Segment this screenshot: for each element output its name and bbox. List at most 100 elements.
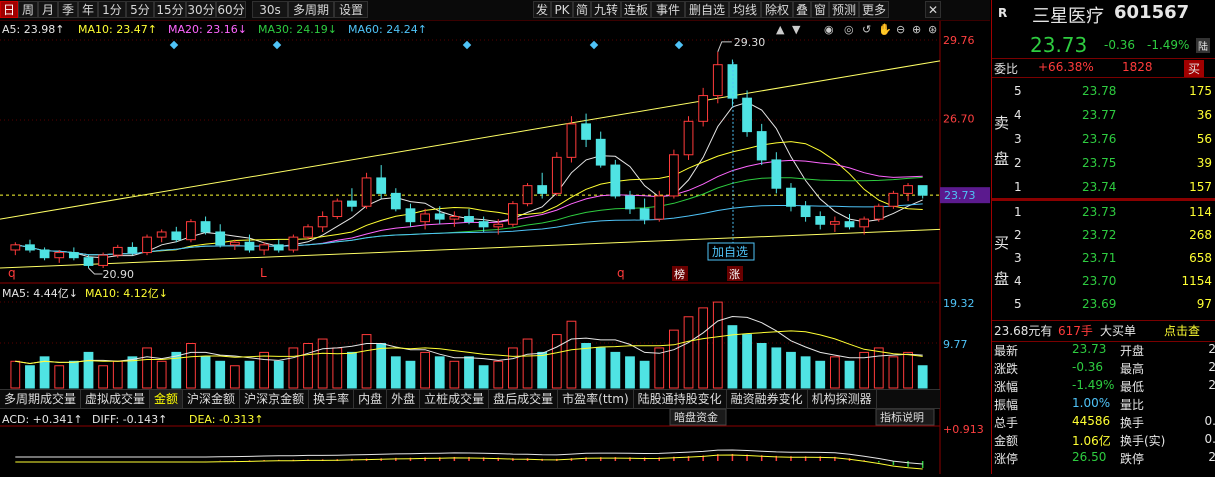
zoom-out-icon[interactable]: ⊖ <box>896 23 905 36</box>
indicator-tab-11[interactable]: 陆股通持股变化 <box>634 390 727 408</box>
buy-row-level: 2 <box>1014 228 1022 242</box>
candle-body <box>83 257 94 266</box>
indicator-help-btn[interactable]: 指标说明 <box>880 410 924 424</box>
chevron-down-icon[interactable]: ▼ <box>792 23 801 36</box>
buy-row-vol: 97 <box>1196 297 1212 311</box>
marker-0: q <box>8 266 16 280</box>
period-btn-2[interactable]: 月 <box>38 1 58 18</box>
toolbar-btn-1[interactable]: PK <box>551 1 573 18</box>
toolbar-btn-8[interactable]: 除权 <box>761 1 793 18</box>
indicator-tab-12[interactable]: 融资融券变化 <box>727 390 808 408</box>
period-btn-8[interactable]: 30分 <box>186 1 216 18</box>
toolbar-btn-4[interactable]: 连板 <box>621 1 651 18</box>
settings-icon[interactable]: ⊛ <box>928 23 937 36</box>
indicator-tab-1[interactable]: 虚拟成交量 <box>81 390 151 408</box>
event-diamond-icon <box>169 40 179 50</box>
toolbar-btn-12[interactable]: 更多 <box>859 1 889 18</box>
volume-bar <box>698 307 709 389</box>
quote-value-2: 0. <box>1204 432 1215 446</box>
volume-bar <box>478 365 489 389</box>
indicator-tab-2[interactable]: 金额 <box>150 390 184 408</box>
trend-line-lower <box>0 228 941 269</box>
period-btn-10[interactable]: 30s <box>252 1 288 18</box>
volume-bar <box>786 351 796 389</box>
indicator-tab-13[interactable]: 机构探测器 <box>808 390 877 408</box>
candle-body <box>478 221 489 228</box>
candle-body <box>742 97 752 133</box>
toolbar-btn-9[interactable]: 叠 <box>793 1 811 18</box>
chevron-up-icon[interactable]: ▲ <box>776 23 785 36</box>
candle-body <box>68 252 79 259</box>
refresh-icon[interactable]: ↺ <box>862 23 871 36</box>
toolbar-btn-7[interactable]: 均线 <box>729 1 761 18</box>
period-btn-5[interactable]: 1分 <box>98 1 126 18</box>
volume-bar <box>449 360 460 389</box>
macd-legend-0: ACD: +0.341↑ <box>2 413 83 426</box>
stock-name: 三星医疗 <box>1032 6 1104 27</box>
candle-body <box>244 241 255 251</box>
event-diamond-icon <box>462 40 472 50</box>
indicator-tab-0[interactable]: 多周期成交量 <box>0 390 82 408</box>
weibi-tag: 买 <box>1184 60 1205 77</box>
zoom-in-icon[interactable]: ⊕ <box>912 23 921 36</box>
buy-row-level: 1 <box>1014 205 1022 219</box>
toolbar-btn-5[interactable]: 事件 <box>651 1 685 18</box>
candle-body <box>215 231 226 246</box>
quote-value: -1.49% <box>1072 378 1115 392</box>
divider <box>992 77 1215 78</box>
quote-label: 涨停 <box>994 452 1019 466</box>
toolbar-btn-3[interactable]: 九转 <box>591 1 621 18</box>
buy-row-price: 23.70 <box>1082 274 1117 288</box>
candle-body <box>376 177 387 194</box>
indicator-tab-3[interactable]: 沪深金额 <box>183 390 241 408</box>
indicator-tab-8[interactable]: 立桩成交量 <box>420 390 490 408</box>
buy-row-price: 23.72 <box>1082 228 1117 242</box>
candle-body <box>493 223 504 228</box>
period-btn-3[interactable]: 季 <box>58 1 78 18</box>
quote-label-2: 最高 <box>1120 362 1145 376</box>
hand-icon[interactable]: ✋ <box>878 23 892 36</box>
sell-row-price: 23.78 <box>1082 84 1117 98</box>
indicator-tab-7[interactable]: 外盘 <box>387 390 421 408</box>
toolbar-btn-0[interactable]: 发 <box>533 1 551 18</box>
indicator-tab-10[interactable]: 市盈率(ttm) <box>558 390 634 408</box>
toolbar-btn-6[interactable]: 删自选 <box>685 1 729 18</box>
volume-bar <box>303 342 313 389</box>
indicator-tab-6[interactable]: 内盘 <box>354 390 388 408</box>
eye-icon[interactable]: ◉ <box>824 23 834 36</box>
volume-bar <box>405 360 416 389</box>
axis-label-2: 19.32 <box>943 297 975 310</box>
period-btn-11[interactable]: 多周期 <box>288 1 334 18</box>
click-check[interactable]: 点击查 <box>1164 322 1200 339</box>
volume-bar <box>873 347 884 389</box>
period-btn-12[interactable]: 设置 <box>334 1 368 18</box>
candle-body <box>566 123 577 158</box>
indicator-tab-5[interactable]: 换手率 <box>309 390 355 408</box>
buy-row-vol: 114 <box>1189 205 1212 219</box>
volume-bar <box>200 356 211 389</box>
high-label: 29.30 <box>734 36 766 49</box>
toolbar-btn-10[interactable]: 窗 <box>811 1 829 18</box>
ma-legend-3: MA30: 24.19↓ <box>258 23 337 36</box>
toolbar-btn-11[interactable]: 预测 <box>829 1 859 18</box>
sell-row-vol: 175 <box>1189 84 1212 98</box>
volume-bar <box>434 356 445 389</box>
dark-pool-btn[interactable]: 暗盘资金 <box>674 410 718 424</box>
candle-body <box>610 164 621 197</box>
period-btn-6[interactable]: 5分 <box>126 1 154 18</box>
volume-bar <box>142 347 152 389</box>
period-btn-4[interactable]: 年 <box>78 1 98 18</box>
period-btn-0[interactable]: 日 <box>0 1 18 18</box>
period-btn-1[interactable]: 周 <box>18 1 38 18</box>
volume-bar <box>742 334 752 389</box>
indicator-tab-4[interactable]: 沪深京金额 <box>240 390 310 408</box>
layers-icon[interactable]: ◎ <box>844 23 854 36</box>
volume-bar <box>668 329 679 389</box>
divider <box>992 58 1215 59</box>
toolbar-btn-2[interactable]: 简 <box>573 1 591 18</box>
indicator-tab-9[interactable]: 盘后成交量 <box>489 390 559 408</box>
close-icon[interactable]: ✕ <box>925 1 941 18</box>
period-btn-9[interactable]: 60分 <box>216 1 246 18</box>
period-btn-7[interactable]: 15分 <box>154 1 186 18</box>
candle-body <box>800 205 811 218</box>
